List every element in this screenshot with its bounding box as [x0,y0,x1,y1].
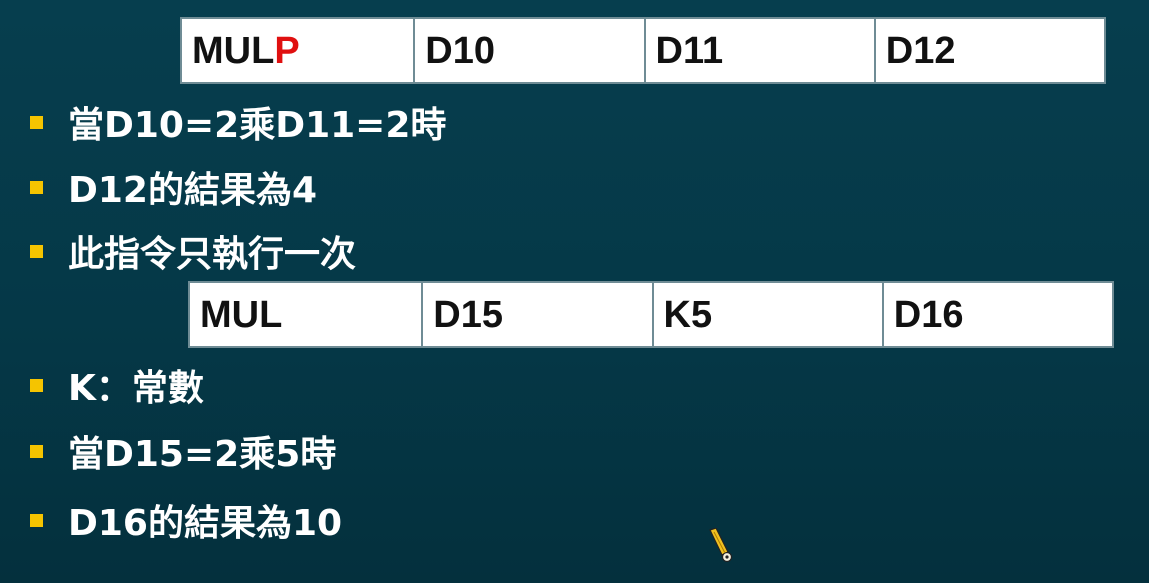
instruction-opcode-cell: MUL [200,293,283,336]
bullet-text: K：常數 [68,368,204,409]
bullet-marker-icon [30,513,43,527]
opcode-pulse-suffix: P [274,29,300,72]
bullet-item: D16的結果為10 [30,494,342,546]
bullet-marker-icon [30,378,43,392]
operand-source1-cell: D10 [413,19,643,82]
opcode-base: MUL [192,29,275,72]
bullet-text: 此指令只執行一次 [68,234,357,275]
operand-source2-cell: K5 [651,283,882,346]
bullet-item: D12的結果為4 [30,161,317,213]
operand-source2-cell: D11 [643,19,874,82]
pen-cursor-icon [706,527,736,564]
slide: MUL P D10 D11 D12 當D10=2乘D11=2時 D12的結果為4 … [0,0,1149,583]
instruction-opcode-cell: MUL P [182,19,413,82]
instruction-table-mul: MUL D15 K5 D16 [188,281,1114,348]
bullet-text: 當D10=2乘D11=2時 [68,105,447,146]
bullet-item: 此指令只執行一次 [30,225,356,277]
bullet-item: K：常數 [30,359,204,411]
operand-destination-cell: D16 [881,283,1112,346]
bullet-marker-icon [30,180,43,194]
bullet-text: D16的結果為10 [68,503,343,544]
bullet-text: 當D15=2乘5時 [68,434,337,475]
operand-source1-cell: D15 [421,283,651,346]
bullet-item: 當D10=2乘D11=2時 [30,96,446,148]
bullet-marker-icon [30,115,43,129]
bullet-marker-icon [30,444,43,458]
bullet-text: D12的結果為4 [68,170,318,211]
operand-destination-cell: D12 [873,19,1104,82]
instruction-table-mulp: MUL P D10 D11 D12 [180,17,1106,84]
bullet-item: 當D15=2乘5時 [30,425,336,477]
bullet-marker-icon [30,244,43,258]
